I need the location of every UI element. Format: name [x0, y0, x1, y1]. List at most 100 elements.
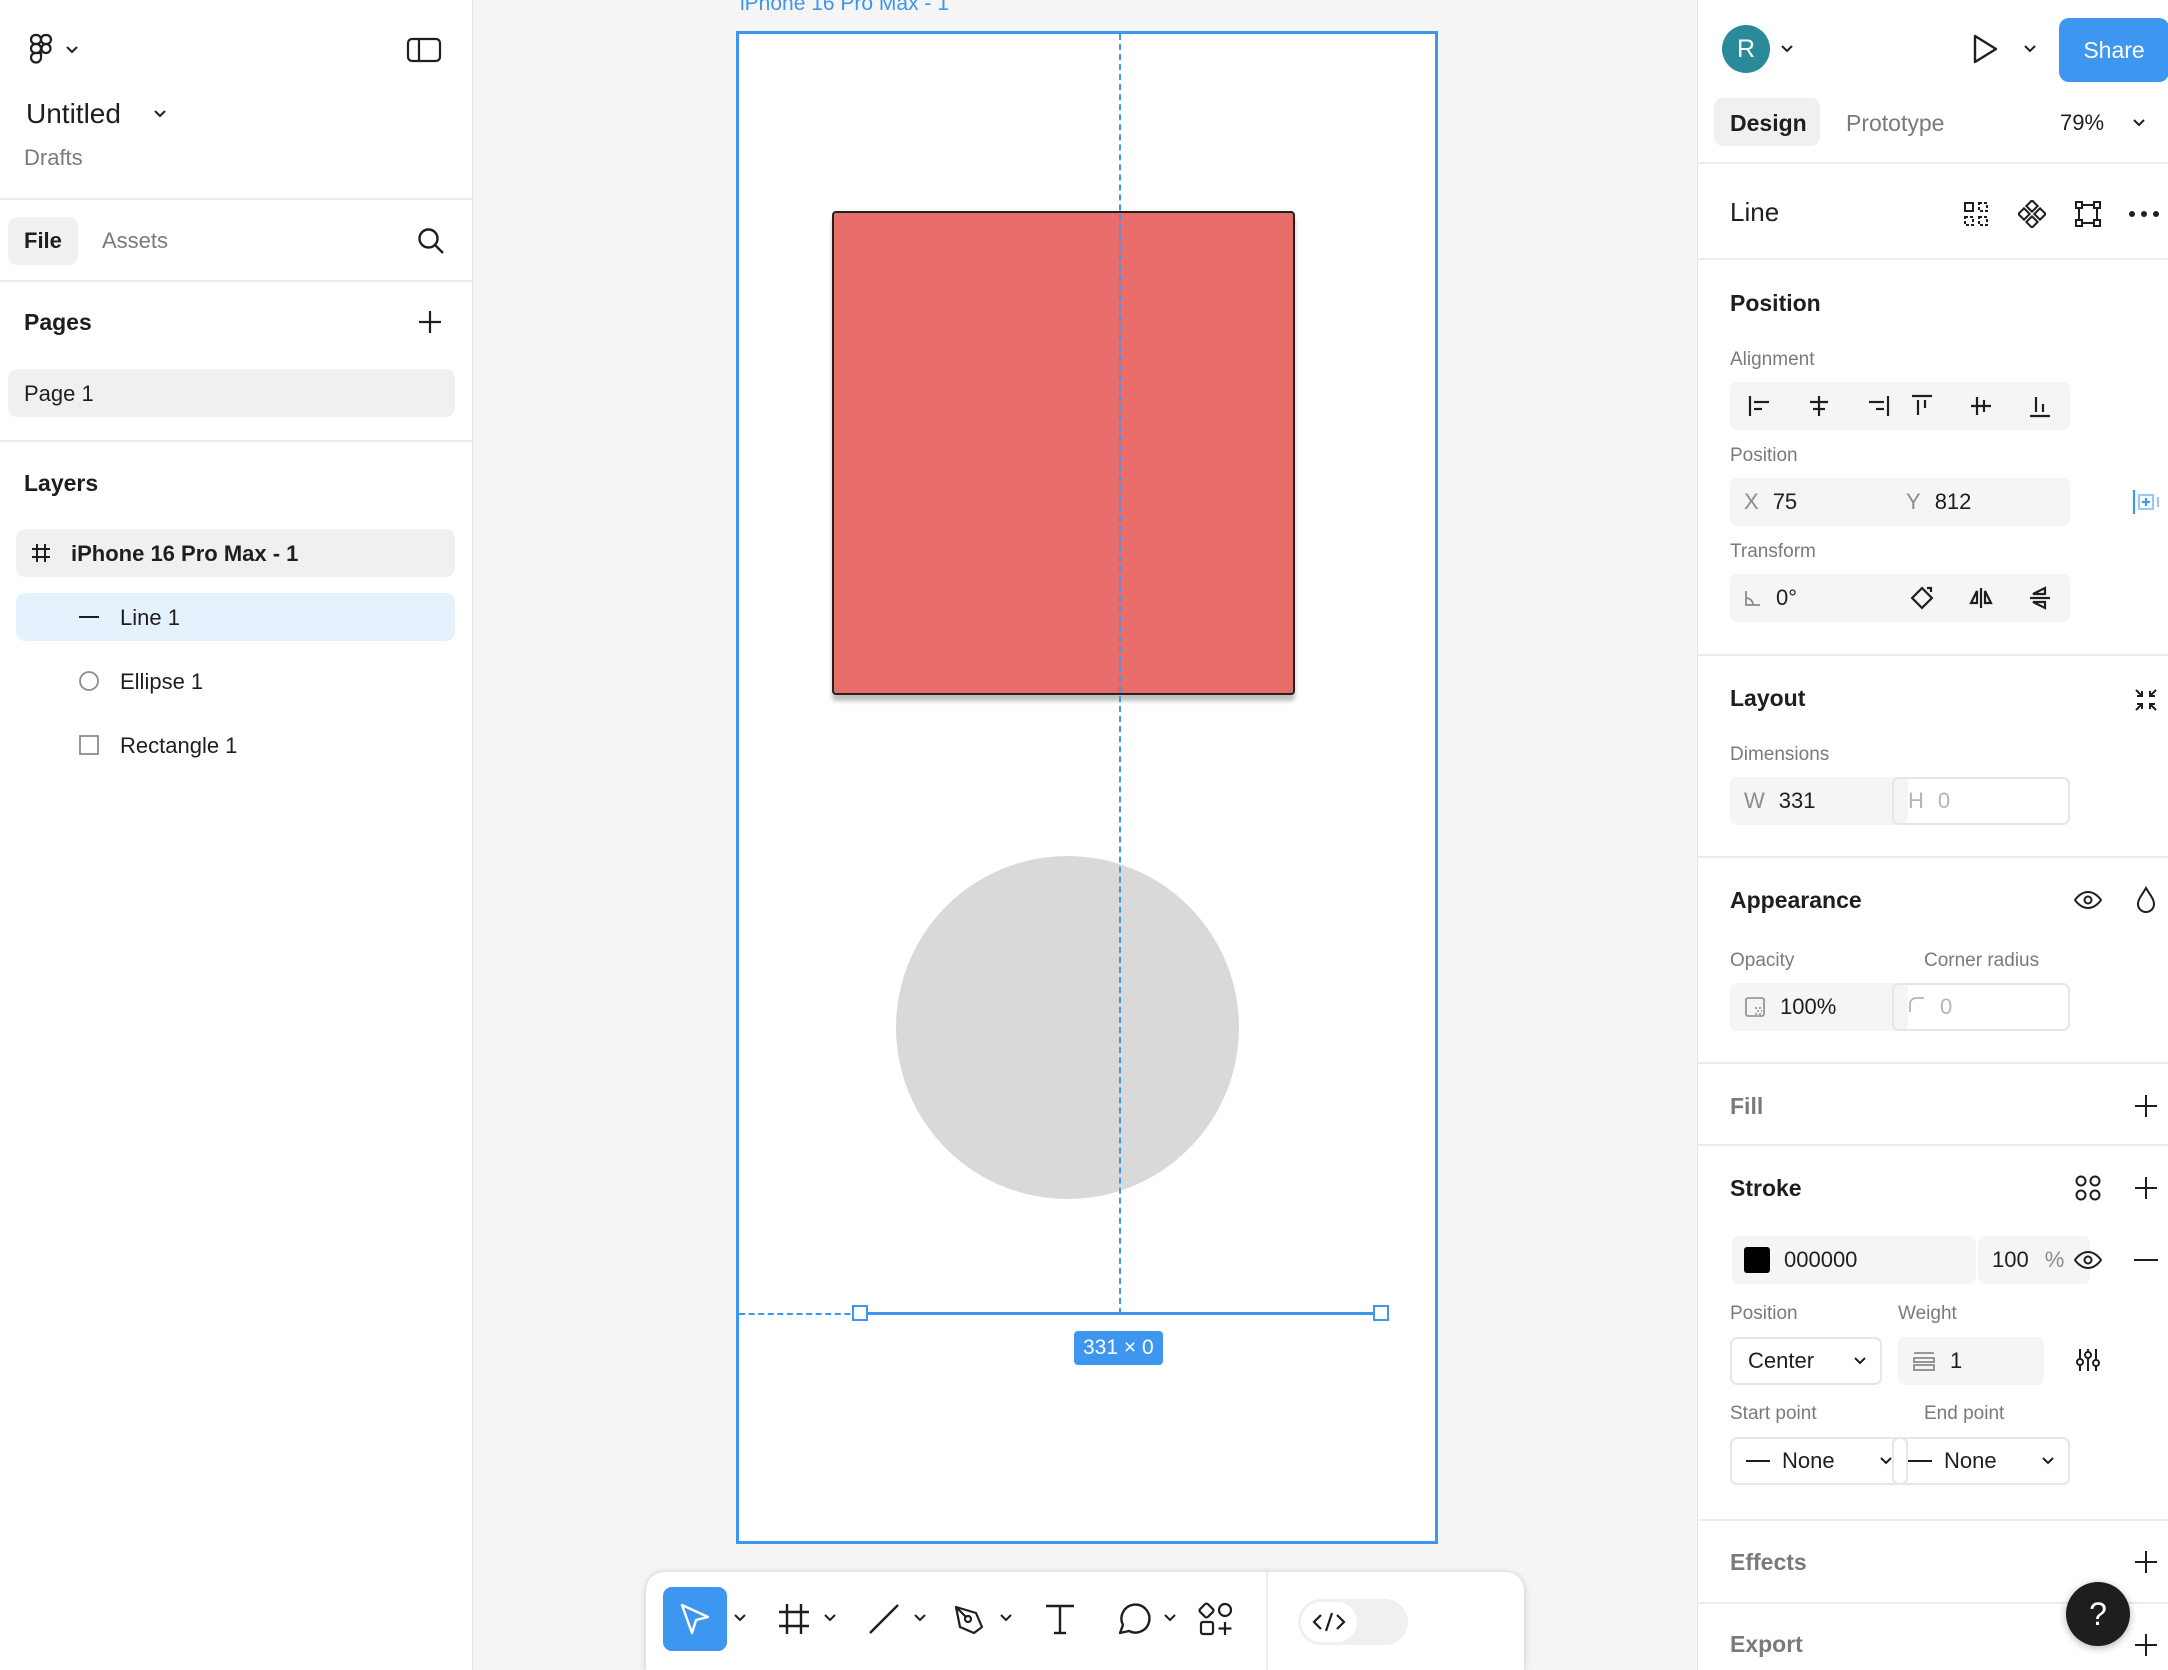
chevron-down-icon — [1880, 1457, 1892, 1465]
toolbar-divider — [1266, 1572, 1268, 1670]
chevron-down-icon[interactable] — [1162, 1610, 1178, 1626]
layer-ellipse-label[interactable]: Ellipse 1 — [120, 669, 203, 695]
x-value: 75 — [1772, 489, 1798, 514]
layout-heading: Layout — [1730, 685, 1806, 711]
line-end-handle[interactable] — [1373, 1305, 1389, 1321]
rectangle-icon — [74, 730, 104, 760]
dev-mode-toggle[interactable] — [1298, 1599, 1408, 1645]
iphone-frame[interactable]: 331 × 0 — [736, 31, 1438, 1544]
chevron-down-icon[interactable] — [912, 1610, 928, 1626]
tab-assets[interactable]: Assets — [102, 228, 168, 254]
layers-heading: Layers — [24, 470, 99, 496]
add-export-icon[interactable] — [2128, 1627, 2164, 1663]
comment-tool-icon[interactable] — [1110, 1595, 1158, 1643]
stroke-weight-field[interactable]: 1 — [1898, 1337, 2044, 1385]
start-point-label: Start point — [1730, 1403, 1817, 1424]
w-label: W — [1744, 788, 1765, 813]
add-effect-icon[interactable] — [2128, 1544, 2164, 1580]
pen-tool-icon[interactable] — [946, 1595, 994, 1643]
transform-group — [1892, 574, 2070, 622]
file-location[interactable]: Drafts — [24, 145, 83, 171]
line-icon — [74, 602, 104, 632]
export-heading: Export — [1730, 1631, 1803, 1657]
stroke-position-select[interactable]: Center — [1730, 1337, 1882, 1385]
add-page-icon[interactable] — [414, 306, 446, 338]
flip-horizontal-icon[interactable] — [1951, 574, 2010, 622]
chevron-down-icon[interactable] — [998, 1610, 1014, 1626]
help-button[interactable]: ? — [2066, 1582, 2130, 1646]
opacity-field[interactable]: 100% — [1730, 983, 1908, 1031]
blend-mode-icon[interactable] — [2128, 880, 2164, 920]
stroke-color-swatch[interactable] — [1744, 1247, 1770, 1273]
line-shape[interactable] — [860, 1312, 1381, 1315]
chevron-down-icon[interactable] — [732, 1610, 748, 1626]
stroke-settings-icon[interactable] — [2068, 1340, 2108, 1380]
stroke-weight-label: Weight — [1898, 1303, 1957, 1324]
search-icon[interactable] — [412, 222, 450, 260]
end-point-select[interactable]: None — [1892, 1437, 2070, 1485]
align-bottom-icon[interactable] — [2011, 382, 2070, 430]
tab-prototype[interactable]: Prototype — [1846, 110, 1944, 137]
toggle-sidebar-icon[interactable] — [404, 34, 444, 66]
layer-rectangle-label[interactable]: Rectangle 1 — [120, 733, 237, 759]
w-value: 331 — [1778, 788, 1816, 813]
rectangle-shape[interactable] — [832, 211, 1295, 695]
start-point-select[interactable]: None — [1730, 1437, 1908, 1485]
constraints-icon[interactable] — [2128, 482, 2164, 522]
avatar[interactable]: R — [1722, 25, 1770, 73]
figma-logo-icon[interactable] — [24, 32, 58, 66]
height-field[interactable]: H0 — [1892, 777, 2070, 825]
styles-icon[interactable] — [2070, 1170, 2106, 1206]
stroke-color-field[interactable]: 000000 — [1732, 1236, 1976, 1284]
line-start-handle[interactable] — [852, 1305, 868, 1321]
share-button[interactable]: Share — [2059, 18, 2168, 82]
mask-icon[interactable] — [2070, 196, 2106, 232]
rotation-field[interactable]: 0° — [1730, 574, 1908, 622]
component-icon[interactable] — [2014, 196, 2050, 232]
ellipse-shape[interactable] — [896, 856, 1239, 1199]
move-tool[interactable] — [663, 1587, 727, 1651]
corner-radius-field[interactable]: 0 — [1892, 983, 2070, 1031]
chevron-down-icon[interactable] — [1778, 40, 1796, 58]
chevron-down-icon[interactable] — [822, 1610, 838, 1626]
stroke-visibility-eye-icon[interactable] — [2068, 1240, 2108, 1280]
stroke-opacity-percent: % — [2044, 1247, 2065, 1272]
width-field[interactable]: W 331 — [1730, 777, 1908, 825]
selection-name: Line — [1730, 197, 1780, 227]
tab-file-label: File — [24, 228, 62, 253]
x-field[interactable]: X 75 — [1730, 478, 1908, 526]
line-tool-icon[interactable] — [860, 1595, 908, 1643]
frame-label[interactable]: iPhone 16 Pro Max - 1 — [740, 0, 949, 16]
align-top-icon[interactable] — [1892, 382, 1951, 430]
stroke-color-value: 000000 — [1784, 1247, 1858, 1272]
rotate-icon[interactable] — [1892, 574, 1951, 622]
actions-tool-icon[interactable] — [1192, 1595, 1240, 1643]
y-field[interactable]: Y 812 — [1892, 478, 2070, 526]
flip-vertical-icon[interactable] — [2011, 574, 2070, 622]
align-middle-icon[interactable] — [1951, 382, 2010, 430]
zoom-level[interactable]: 79% — [2060, 110, 2104, 136]
grid-select-icon[interactable] — [1958, 196, 1994, 232]
chevron-down-icon[interactable] — [2130, 114, 2148, 132]
visibility-eye-icon[interactable] — [2068, 880, 2108, 920]
more-options-icon[interactable] — [2124, 196, 2164, 232]
chevron-down-icon[interactable] — [150, 104, 170, 124]
align-left-icon[interactable] — [1730, 382, 1789, 430]
add-fill-icon[interactable] — [2128, 1088, 2164, 1124]
text-tool-icon[interactable] — [1036, 1595, 1084, 1643]
align-center-h-icon[interactable] — [1789, 382, 1848, 430]
h-label: H — [1908, 788, 1924, 813]
frame-tool-icon[interactable] — [770, 1595, 818, 1643]
add-stroke-icon[interactable] — [2128, 1170, 2164, 1206]
file-title[interactable]: Untitled — [26, 98, 121, 130]
remove-stroke-icon[interactable] — [2128, 1240, 2164, 1280]
collapse-icon[interactable] — [2128, 682, 2164, 718]
divider — [1698, 1062, 2168, 1064]
chevron-down-icon — [2042, 1457, 2054, 1465]
play-icon[interactable] — [1966, 30, 2004, 68]
end-point-label: End point — [1924, 1403, 2005, 1424]
y-label: Y — [1906, 489, 1921, 514]
chevron-down-icon[interactable] — [2021, 40, 2039, 58]
frame-icon — [26, 538, 56, 568]
chevron-down-icon[interactable] — [62, 40, 82, 60]
